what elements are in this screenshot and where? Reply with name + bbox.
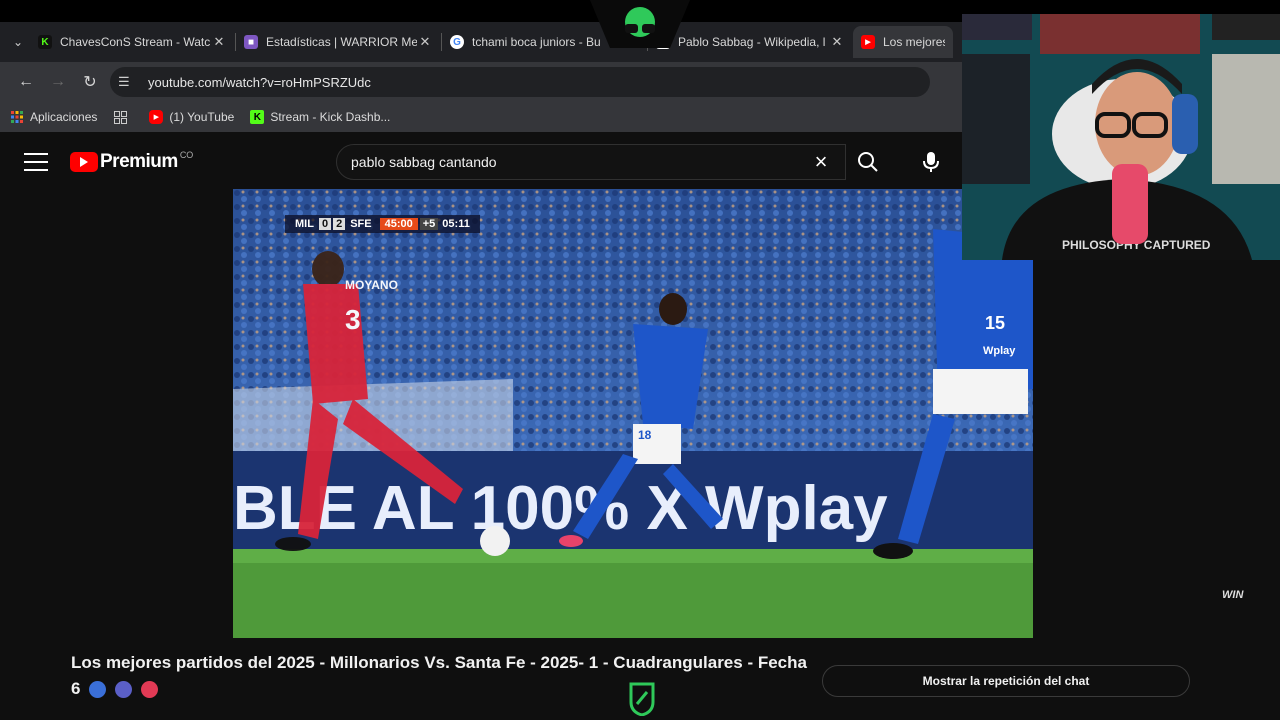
bookmark-kick-dashboard[interactable]: K Stream - Kick Dashb... [250, 110, 390, 124]
wall-frame-3 [1212, 14, 1280, 40]
kick-icon: K [38, 35, 52, 49]
wall-frame-2 [1040, 14, 1200, 54]
reload-icon[interactable]: ↻ [74, 66, 106, 98]
logo-text: Premium [100, 151, 178, 172]
bookmark-youtube[interactable]: ▶ (1) YouTube [149, 110, 234, 124]
address-bar[interactable]: ☰ youtube.com/watch?v=roHmPSRZUdc [110, 67, 930, 97]
url-text: youtube.com/watch?v=roHmPSRZUdc [148, 74, 371, 90]
browser-tab-strip: ⌄ K ChavesConS Stream - Watch ✕ ■ Estadí… [0, 22, 962, 62]
youtube-premium-logo[interactable]: Premium CO [70, 150, 194, 173]
added-time-badge: +5 [419, 218, 439, 230]
search-input[interactable]: pablo sabbag cantando [336, 144, 846, 180]
ad-board-text: BLE AL 100% X Wplay [233, 474, 888, 543]
tab-label: Estadísticas | WARRIOR Mex [266, 35, 417, 49]
ball-emoji-icon [114, 681, 132, 699]
youtube-icon: ▶ [149, 110, 164, 124]
match-clock: 45:00 [379, 218, 418, 230]
search-icon[interactable] [846, 144, 890, 180]
santa-fe-emoji-icon [140, 681, 158, 699]
youtube-icon: ▶ [861, 35, 875, 49]
wall-frame-5 [1212, 54, 1280, 184]
stream-layout: ⌄ K ChavesConS Stream - Watch ✕ ■ Estadí… [0, 0, 1280, 720]
forward-arrow-icon[interactable]: → [42, 66, 74, 98]
millonarios-emoji-icon [89, 681, 107, 699]
tab-label: ChavesConS Stream - Watch [60, 35, 211, 49]
close-icon[interactable]: ✕ [417, 34, 433, 50]
clear-search-icon[interactable]: × [808, 149, 834, 174]
google-icon: G [450, 35, 464, 49]
wall-frame-4 [962, 54, 1030, 184]
headphones-icon [1172, 94, 1198, 154]
home-score: 0 [318, 218, 332, 230]
wall-frame-1 [962, 14, 1032, 40]
tab-label: Los mejores p [883, 35, 945, 49]
shield-logo-icon [629, 682, 655, 716]
bookmark-label: (1) YouTube [169, 110, 235, 124]
bookmarks-bar: Aplicaciones ▶ (1) YouTube K Stream - Ki… [0, 102, 962, 132]
close-icon[interactable]: ✕ [211, 34, 227, 50]
twitch-stats-icon: ■ [244, 35, 258, 49]
menu-icon[interactable] [24, 153, 48, 171]
mascot-glasses-icon [590, 0, 690, 48]
home-team: MIL [295, 218, 314, 230]
streamer-webcam: PHILOSOPHY CAPTURED [962, 14, 1280, 260]
tab-estadisticas[interactable]: ■ Estadísticas | WARRIOR Mex ✕ [236, 26, 441, 58]
apps-grid-icon [10, 110, 24, 124]
microphone-icon[interactable] [912, 144, 950, 180]
video-title: Los mejores partidos del 2025 - Millonar… [71, 650, 811, 702]
away-score: 2 [333, 218, 346, 230]
video-title-text: Los mejores partidos del 2025 - Millonar… [71, 653, 807, 698]
tab-chavescons-stream[interactable]: K ChavesConS Stream - Watch ✕ [30, 26, 235, 58]
video-player[interactable]: BLE AL 100% X Wplay MOYANO 3 18 15 Wplay… [233, 189, 1033, 638]
player-name: MOYANO [345, 278, 398, 292]
close-icon[interactable]: ✕ [829, 34, 845, 50]
tab-search-icon[interactable]: ⌄ [6, 30, 30, 54]
tab-youtube-active[interactable]: ▶ Los mejores p [853, 26, 953, 58]
broadcaster-logo: WIN [1222, 589, 1244, 601]
added-time: 05:11 [442, 218, 470, 230]
bookmark-aplicaciones[interactable]: Aplicaciones [10, 110, 97, 124]
youtube-play-icon [70, 152, 98, 172]
logo-country: CO [179, 150, 194, 160]
away-team: SFE [350, 218, 372, 230]
soccer-ball [480, 526, 510, 556]
back-arrow-icon[interactable]: ← [10, 66, 42, 98]
scorebug: MIL 0 2 SFE 45:00 +5 05:11 [285, 215, 480, 233]
bookmark-label: Stream - Kick Dashb... [270, 110, 391, 124]
player-number: 18 [638, 428, 652, 442]
kick-icon: K [250, 110, 265, 124]
site-settings-icon[interactable]: ☰ [118, 74, 140, 90]
player-number: 3 [345, 304, 361, 335]
microphone-icon [1112, 164, 1148, 244]
bookmark-label: Aplicaciones [30, 110, 98, 124]
match-frame: BLE AL 100% X Wplay MOYANO 3 18 15 Wplay [233, 189, 1033, 638]
browser-toolbar: ← → ↻ ☰ youtube.com/watch?v=roHmPSRZUdc [0, 62, 962, 102]
grid-icon [113, 110, 127, 124]
pitch-stripe [233, 549, 1033, 563]
webcam-scene: PHILOSOPHY CAPTURED [962, 14, 1280, 260]
show-chat-replay-button[interactable]: Mostrar la repetición del chat [822, 665, 1190, 697]
player-sponsor: Wplay [983, 345, 1016, 357]
youtube-header: Premium CO pablo sabbag cantando × [0, 136, 962, 188]
player-number: 15 [985, 313, 1005, 333]
tab-label: Pablo Sabbag - Wikipedia, l [678, 35, 826, 49]
bookmark-grid[interactable] [113, 110, 133, 124]
